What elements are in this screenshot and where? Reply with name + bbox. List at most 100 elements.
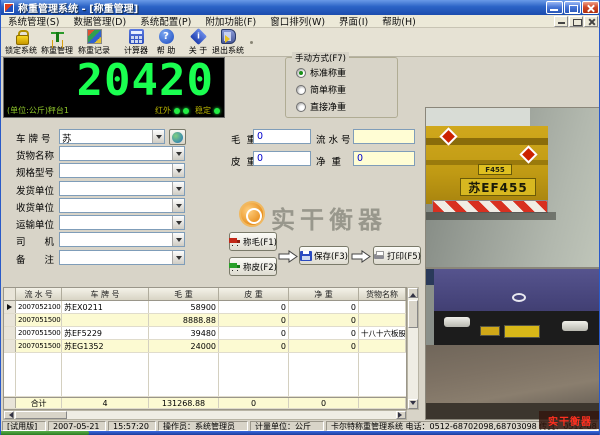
menu-config[interactable]: 系统配置(P)	[133, 14, 198, 28]
cell-goods	[359, 301, 406, 313]
cell-net: 0	[289, 327, 359, 339]
chevron-down-icon[interactable]	[172, 182, 184, 195]
header-gross[interactable]: 毛 重	[149, 288, 219, 300]
table-horizontal-scrollbar[interactable]	[3, 410, 407, 420]
form-row-transporter: 运输单位	[1, 215, 231, 231]
radio-simple-weigh[interactable]: 简单称重	[296, 83, 346, 96]
weigh-tare-button[interactable]: 称皮(F2)	[229, 257, 277, 276]
form-row-shipper: 发货单位	[1, 181, 231, 197]
print-button[interactable]: 打印(F5)	[373, 246, 421, 265]
mdi-restore-icon[interactable]	[569, 16, 583, 27]
scroll-left-icon[interactable]	[4, 411, 14, 419]
transporter-combo[interactable]	[59, 215, 185, 230]
driver-combo[interactable]	[59, 232, 185, 247]
shipper-label: 发货单位	[16, 183, 54, 197]
radio-direct-net[interactable]: 直接净重	[296, 100, 346, 113]
globe-icon	[172, 132, 183, 143]
table-row[interactable]: 2007051500006 8888.88 0 0	[4, 314, 406, 327]
weigh-records-button[interactable]: 称重记录	[75, 29, 113, 56]
spec-label: 规格型号	[16, 165, 54, 179]
scroll-right-icon[interactable]	[396, 411, 406, 419]
menu-system[interactable]: 系统管理(S)	[1, 14, 66, 28]
manual-mode-title: 手动方式(F7)	[292, 52, 349, 64]
header-net[interactable]: 净 重	[289, 288, 359, 300]
weigh-manage-button[interactable]: 称重管理	[38, 29, 76, 56]
manual-mode-group: 手动方式(F7) 标准称重 简单称重 直接净重	[285, 57, 398, 118]
radio-standard-weigh[interactable]: 标准称重	[296, 66, 346, 79]
footer-count: 4	[62, 398, 149, 408]
menu-data[interactable]: 数据管理(D)	[66, 14, 133, 28]
receiver-label: 收货单位	[16, 200, 54, 214]
chevron-down-icon[interactable]	[172, 233, 184, 246]
status-trial-badge: [试用版]	[2, 421, 46, 431]
save-label: 保存(F3)	[314, 250, 348, 262]
remark-combo[interactable]	[59, 250, 185, 265]
menu-window[interactable]: 窗口排列(W)	[263, 14, 332, 28]
cell-plate	[62, 314, 149, 326]
table-row[interactable]: 2007051500003 苏EG1352 24000 0 0	[4, 340, 406, 353]
vendor-logo-icon	[239, 201, 265, 227]
status-unit: 计量单位：公斤	[250, 421, 324, 431]
save-icon	[300, 251, 312, 261]
cell-gross: 24000	[149, 340, 219, 352]
close-icon[interactable]	[582, 1, 599, 14]
minimize-icon[interactable]	[546, 1, 563, 14]
header-tare[interactable]: 皮 重	[219, 288, 289, 300]
chevron-down-icon[interactable]	[172, 251, 184, 264]
headlight	[562, 321, 588, 331]
header-serial[interactable]: 流 水 号	[16, 288, 62, 300]
start-button-fragment[interactable]	[1, 431, 89, 435]
status-date: 2007-05-21	[48, 421, 106, 431]
exit-system-button[interactable]: 退出系统	[209, 29, 247, 56]
menu-extra[interactable]: 附加功能(F)	[198, 14, 263, 28]
horizontal-scroll-thumb[interactable]	[15, 411, 67, 419]
restore-icon[interactable]	[564, 1, 581, 14]
table-row[interactable]: 2007052100002 苏EX0211 58900 0 0	[4, 301, 406, 314]
form-row-driver: 司 机	[1, 232, 231, 248]
title-bar: 称重管理系统 - [称重管理]	[1, 0, 600, 15]
table-vertical-scrollbar[interactable]	[407, 287, 419, 410]
spec-combo[interactable]	[59, 163, 185, 178]
lock-system-button[interactable]: 锁定系统	[2, 29, 40, 56]
shipper-value	[60, 182, 172, 195]
menu-help[interactable]: 帮助(H)	[375, 14, 423, 28]
exit-system-label: 退出系统	[212, 45, 244, 56]
scroll-down-icon[interactable]	[408, 399, 418, 409]
serial-label: 流 水 号	[316, 132, 351, 146]
serial-field[interactable]	[353, 129, 415, 144]
mdi-close-icon[interactable]	[584, 16, 598, 27]
weight-value: 20420	[4, 58, 224, 104]
status-bar: [试用版] 2007-05-21 15:57:20 操作员：系统管理员 计量单位…	[1, 420, 600, 431]
gross-field[interactable]: 0	[253, 129, 311, 144]
mdi-minimize-icon[interactable]	[554, 16, 568, 27]
remark-label: 备 注	[16, 252, 54, 266]
chevron-down-icon[interactable]	[172, 147, 184, 160]
shipper-combo[interactable]	[59, 181, 185, 196]
header-goods[interactable]: 货物名称	[359, 288, 406, 300]
chevron-down-icon[interactable]	[172, 164, 184, 177]
weigh-gross-label: 称毛(F1)	[243, 236, 277, 248]
tare-field[interactable]: 0	[253, 151, 311, 166]
weigh-gross-button[interactable]: 称毛(F1)	[229, 232, 277, 251]
table-row[interactable]: 2007051500005 苏EF5229 39480 0 0 十八十六板股	[4, 327, 406, 340]
scroll-up-icon[interactable]	[408, 288, 418, 298]
scale-icon	[50, 29, 65, 44]
about-icon	[190, 28, 207, 45]
radio-standard-label: 标准称重	[310, 66, 346, 79]
header-plate[interactable]: 车 牌 号	[62, 288, 149, 300]
goods-combo[interactable]	[59, 146, 185, 161]
truck-logo-icon	[512, 293, 526, 302]
menu-ui[interactable]: 界面(I)	[332, 14, 375, 28]
save-button[interactable]: 保存(F3)	[299, 246, 349, 265]
table-header: 流 水 号 车 牌 号 毛 重 皮 重 净 重 货物名称	[4, 288, 406, 301]
receiver-combo[interactable]	[59, 198, 185, 213]
chevron-down-icon[interactable]	[172, 216, 184, 229]
vertical-scroll-thumb[interactable]	[408, 300, 418, 328]
chevron-down-icon[interactable]	[152, 130, 164, 143]
cell-serial: 2007052100002	[16, 301, 62, 313]
net-field[interactable]: 0	[353, 151, 415, 166]
plate-combo[interactable]: 苏	[59, 129, 165, 144]
chevron-down-icon[interactable]	[172, 199, 184, 212]
infrared-lamp-icon	[183, 108, 189, 114]
plate-picker-button[interactable]	[169, 129, 186, 145]
